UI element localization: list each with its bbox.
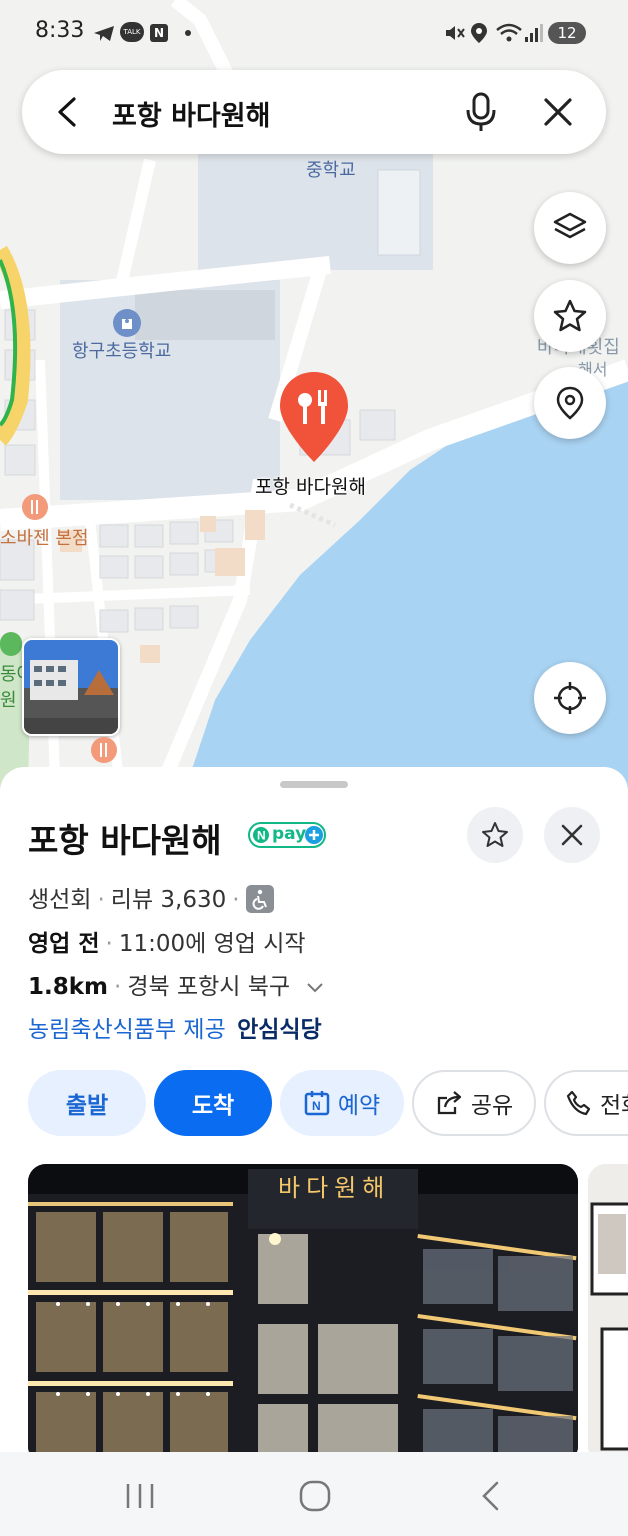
npay-label: pay bbox=[272, 824, 307, 844]
map-label-left-partial-2: 원 bbox=[0, 690, 17, 711]
business-hours: 11:00에 영업 시작 bbox=[118, 931, 306, 957]
interior-photo bbox=[588, 1164, 628, 1464]
notification-dot-icon bbox=[185, 30, 191, 36]
park-marker-icon[interactable] bbox=[0, 632, 22, 656]
status-bar: 8:33 TALK N 12 bbox=[0, 0, 628, 64]
mute-icon bbox=[446, 26, 465, 40]
kakaotalk-icon: TALK bbox=[120, 22, 144, 42]
place-meta-row: 생선회 · 리뷰 3,630 · bbox=[28, 880, 274, 915]
location-pin-icon bbox=[556, 386, 584, 420]
layers-icon bbox=[553, 212, 587, 239]
location-icon bbox=[471, 23, 487, 43]
review-count[interactable]: 리뷰 3,630 bbox=[111, 887, 226, 913]
street-view-thumbnail[interactable] bbox=[22, 638, 120, 736]
call-button[interactable]: 전화 bbox=[544, 1070, 628, 1136]
home-icon[interactable] bbox=[298, 1479, 332, 1513]
layers-button[interactable] bbox=[534, 192, 606, 264]
sheet-drag-handle[interactable] bbox=[280, 781, 348, 788]
safe-restaurant-label: 안심식당 bbox=[237, 1017, 322, 1043]
depart-button[interactable]: 출발 bbox=[28, 1070, 146, 1136]
restaurant-pin-icon bbox=[280, 372, 348, 462]
search-query-text[interactable]: 포항 바다원해 bbox=[112, 94, 270, 133]
school-icon[interactable] bbox=[113, 309, 141, 337]
my-location-button[interactable] bbox=[534, 662, 606, 734]
building-sign-text: 바다원해 bbox=[278, 1174, 391, 1202]
map-label-elementary-school[interactable]: 항구초등학교 bbox=[72, 337, 171, 363]
arrive-button[interactable]: 도착 bbox=[154, 1070, 272, 1136]
chevron-down-icon[interactable] bbox=[305, 981, 325, 995]
microphone-icon[interactable] bbox=[464, 92, 498, 132]
place-detail-sheet[interactable]: 포항 바다원해 N pay 생선회 · 리뷰 3,630 · 영업 전 · 11:00에 … bbox=[0, 767, 628, 1467]
saved-places-button[interactable] bbox=[534, 367, 606, 439]
business-status: 영업 전 bbox=[28, 931, 100, 957]
back-arrow-icon[interactable] bbox=[54, 96, 84, 128]
save-place-button[interactable] bbox=[467, 807, 523, 863]
favorites-button[interactable] bbox=[534, 280, 606, 352]
map-label-middle-school[interactable]: 중학교 bbox=[306, 156, 356, 182]
reserve-label: 예약 bbox=[337, 1093, 381, 1119]
naver-calendar-icon: N bbox=[304, 1091, 330, 1116]
naver-icon: N bbox=[150, 24, 168, 42]
close-icon bbox=[561, 824, 583, 846]
place-photo-second[interactable] bbox=[588, 1164, 628, 1464]
kakaotalk-badge-text: TALK bbox=[123, 28, 141, 36]
distance: 1.8km bbox=[28, 974, 109, 1000]
battery-indicator: 12 bbox=[548, 22, 586, 44]
address-row[interactable]: 1.8km · 경북 포항시 북구 bbox=[28, 967, 325, 1001]
status-time: 8:33 bbox=[35, 18, 85, 43]
safe-restaurant-provider: 농림축산식품부 제공 bbox=[28, 1017, 226, 1043]
star-icon bbox=[553, 299, 587, 332]
close-sheet-button[interactable] bbox=[544, 807, 600, 863]
star-outline-icon bbox=[482, 822, 508, 847]
crosshair-icon bbox=[554, 682, 586, 714]
address: 경북 포항시 북구 bbox=[127, 974, 291, 1000]
naver-badge-text: N bbox=[153, 26, 165, 40]
restaurant-marker-icon-2[interactable] bbox=[91, 737, 117, 763]
depart-label: 출발 bbox=[65, 1093, 109, 1119]
share-icon bbox=[437, 1091, 461, 1115]
recent-apps-icon[interactable] bbox=[125, 1482, 155, 1510]
back-icon[interactable] bbox=[479, 1480, 501, 1512]
share-button[interactable]: 공유 bbox=[412, 1070, 536, 1136]
npay-plus-badge[interactable]: N pay bbox=[244, 822, 332, 848]
arrive-label: 도착 bbox=[191, 1093, 235, 1119]
clear-search-icon[interactable] bbox=[542, 96, 574, 128]
phone-icon bbox=[566, 1090, 591, 1116]
svg-text:N: N bbox=[312, 1099, 321, 1113]
place-name: 포항 바다원해 bbox=[28, 821, 222, 860]
restaurant-building-photo bbox=[28, 1164, 578, 1464]
reserve-button[interactable]: N 예약 bbox=[280, 1070, 404, 1136]
restaurant-marker-icon[interactable] bbox=[22, 494, 48, 520]
search-bar[interactable]: 포항 바다원해 bbox=[22, 70, 606, 154]
business-hours-row[interactable]: 영업 전 · 11:00에 영업 시작 bbox=[28, 924, 306, 958]
map-label-selected-place[interactable]: 포항 바다원해 bbox=[255, 472, 366, 499]
place-photo-main[interactable]: 바다원해 bbox=[28, 1164, 578, 1464]
share-label: 공유 bbox=[470, 1093, 514, 1119]
map-label-restaurant-left[interactable]: 소바젠 본점 bbox=[0, 524, 89, 550]
svg-text:N: N bbox=[257, 829, 266, 843]
battery-level: 12 bbox=[557, 24, 577, 42]
safe-restaurant-row: 농림축산식품부 제공 안심식당 bbox=[28, 1010, 322, 1044]
wifi-icon bbox=[496, 23, 522, 42]
system-nav-bar bbox=[0, 1452, 628, 1536]
signal-icon bbox=[525, 24, 543, 42]
telegram-icon bbox=[94, 26, 114, 41]
call-label: 전화 bbox=[600, 1093, 628, 1119]
place-category: 생선회 bbox=[28, 887, 92, 913]
wheelchair-accessible-icon bbox=[245, 884, 274, 913]
